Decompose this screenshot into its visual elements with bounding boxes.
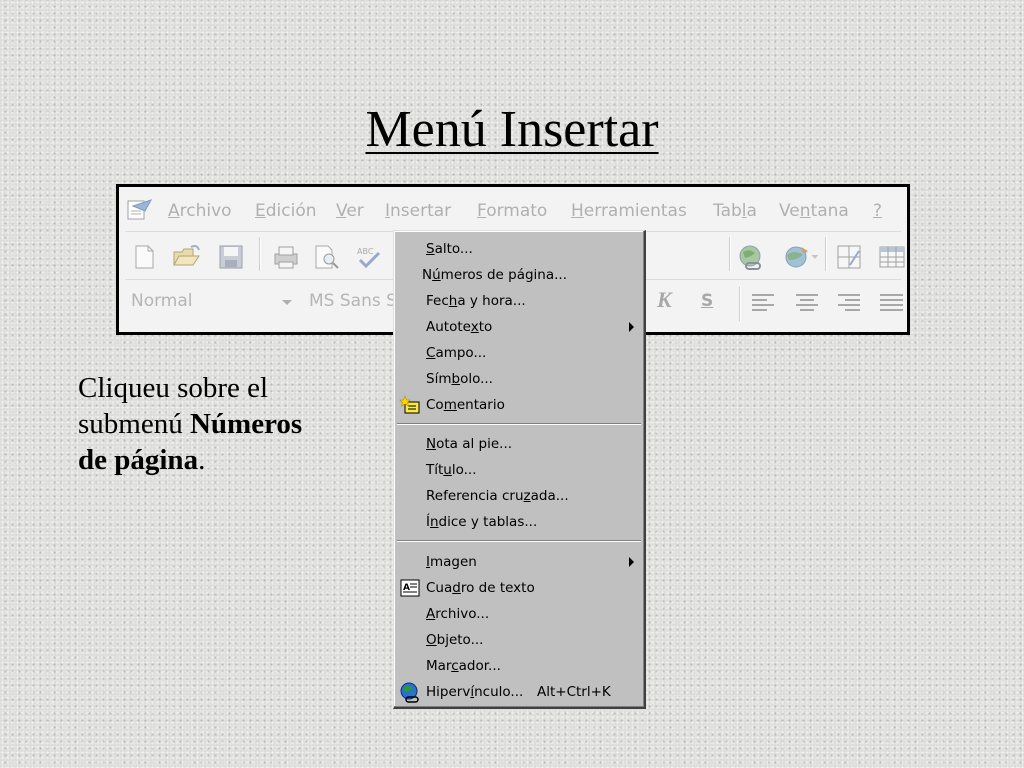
instruction-bold-numeros: Números [189, 408, 303, 440]
save-icon[interactable] [217, 243, 245, 275]
menu-bar: Archivo Edición Ver Insertar Formato Her… [119, 187, 907, 231]
open-folder-icon[interactable] [171, 243, 203, 275]
menu-item-archivo[interactable]: Archivo... [394, 601, 644, 627]
style-combo[interactable]: Normal [131, 291, 193, 311]
menu-item-numeros-de-pagina[interactable]: Números de página... [394, 262, 644, 288]
slide-title: Menú Insertar [0, 100, 1024, 160]
toolbar-separator [739, 287, 741, 321]
spelling-icon[interactable]: ABC [355, 243, 385, 275]
insertar-dropdown-menu: Salto... Números de página... Fecha y ho… [393, 230, 646, 709]
instruction-period: . [198, 444, 206, 476]
new-document-icon[interactable] [131, 243, 157, 275]
menu-edicion[interactable]: Edición [255, 201, 317, 221]
svg-text:ABC: ABC [357, 247, 374, 256]
submenu-arrow-icon [629, 322, 634, 332]
slide-title-text: Menú Insertar [365, 101, 659, 158]
menu-item-indice-y-tablas[interactable]: Índice y tablas... [394, 509, 644, 535]
menu-formato[interactable]: Formato [477, 201, 547, 221]
print-icon[interactable] [271, 243, 301, 275]
print-preview-icon[interactable] [311, 243, 341, 275]
instruction-text: Cliqueu sobre el submenú Números de pági… [78, 370, 398, 478]
menu-item-cuadro-de-texto[interactable]: A Cuadro de texto [394, 575, 644, 601]
menu-item-salto[interactable]: Salto... [394, 236, 644, 262]
menu-separator [397, 423, 641, 425]
web-toolbar-icon[interactable] [781, 243, 813, 277]
tables-borders-icon[interactable] [835, 243, 865, 275]
instruction-line-2: submenú [78, 408, 190, 440]
justify-icon[interactable] [875, 289, 905, 321]
menu-item-comentario[interactable]: Comentario [394, 392, 644, 418]
menu-item-hipervinculo[interactable]: Hipervínculo... Alt+Ctrl+K [394, 679, 644, 705]
menu-herramientas[interactable]: Herramientas [571, 201, 687, 221]
toolbar-separator [729, 237, 731, 271]
underline-button[interactable]: S [701, 291, 713, 311]
menu-item-nota-al-pie[interactable]: Nota al pie... [394, 431, 644, 457]
style-dropdown-icon[interactable] [282, 300, 292, 305]
insert-table-icon[interactable] [877, 243, 907, 275]
menu-ver[interactable]: Ver [336, 201, 364, 221]
menu-separator [397, 540, 641, 542]
insert-hyperlink-icon[interactable] [735, 243, 767, 277]
instruction-line-1: Cliqueu sobre el [78, 372, 269, 404]
menu-item-imagen[interactable]: Imagen [394, 549, 644, 575]
document-icon[interactable] [125, 197, 155, 227]
comment-icon [399, 395, 421, 419]
menu-archivo[interactable]: Archivo [168, 201, 232, 221]
font-combo[interactable]: MS Sans S [309, 291, 397, 311]
menu-item-titulo[interactable]: Título... [394, 457, 644, 483]
menu-item-campo[interactable]: Campo... [394, 340, 644, 366]
hipervinculo-shortcut: Alt+Ctrl+K [537, 684, 611, 700]
align-center-icon[interactable] [791, 289, 823, 321]
menu-item-simbolo[interactable]: Símbolo... [394, 366, 644, 392]
hyperlink-globe-icon [399, 682, 421, 708]
submenu-arrow-icon [629, 557, 634, 567]
menu-item-marcador[interactable]: Marcador... [394, 653, 644, 679]
align-left-icon[interactable] [747, 289, 779, 321]
toolbar-separator [825, 237, 827, 271]
menu-item-fecha-y-hora[interactable]: Fecha y hora... [394, 288, 644, 314]
text-box-icon: A [399, 578, 421, 602]
align-right-icon[interactable] [833, 289, 865, 321]
menu-help[interactable]: ? [873, 201, 882, 221]
menu-ventana[interactable]: Ventana [779, 201, 849, 221]
menu-item-referencia-cruzada[interactable]: Referencia cruzada... [394, 483, 644, 509]
menu-tabla[interactable]: Tabla [713, 201, 757, 221]
menu-item-autotexto[interactable]: Autotexto [394, 314, 644, 340]
instruction-bold-de-pagina: de página [78, 444, 199, 476]
menu-item-objeto[interactable]: Objeto... [394, 627, 644, 653]
italic-button[interactable]: K [657, 287, 672, 313]
menu-insertar[interactable]: Insertar [385, 201, 451, 221]
toolbar-separator [259, 237, 261, 271]
